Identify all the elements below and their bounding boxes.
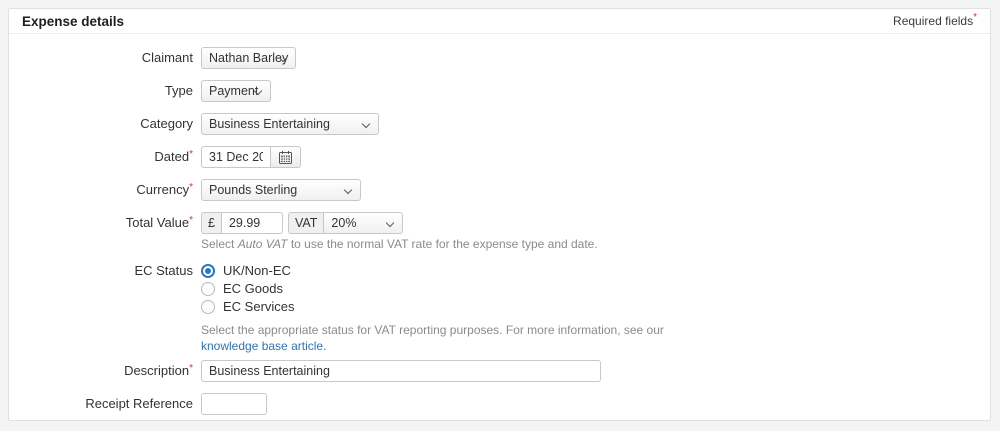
required-fields-note: Required fields* — [893, 14, 977, 28]
currency-label: Currency* — [9, 179, 201, 201]
type-row: Type Payment — [9, 80, 990, 102]
category-select[interactable]: Business Entertaining — [201, 113, 379, 135]
radio-ec-goods-label: EC Goods — [223, 281, 283, 296]
expense-details-panel: Expense details Required fields* Claiman… — [8, 8, 991, 421]
dated-input[interactable] — [201, 146, 271, 168]
category-row: Category Business Entertaining — [9, 113, 990, 135]
required-asterisk: * — [973, 12, 977, 23]
vat-helper-text: Select Auto VAT to use the normal VAT ra… — [201, 237, 598, 252]
required-asterisk: * — [189, 363, 193, 374]
currency-select[interactable]: Pounds Sterling — [201, 179, 361, 201]
chevron-down-icon — [344, 186, 352, 194]
total-value-row: Total Value* £ VAT 20% — [9, 212, 990, 252]
total-value-label: Total Value* — [9, 212, 201, 252]
chevron-down-icon — [386, 219, 394, 227]
radio-ec-services[interactable] — [201, 300, 215, 314]
category-label: Category — [9, 113, 201, 135]
ec-status-option-goods[interactable]: EC Goods — [201, 281, 664, 296]
claimant-label: Claimant — [9, 47, 201, 69]
radio-uk-non-ec[interactable] — [201, 264, 215, 278]
required-asterisk: * — [189, 149, 193, 160]
type-select-value: Payment — [209, 84, 258, 98]
required-fields-text: Required fields — [893, 14, 973, 28]
claimant-row: Claimant Nathan Barley — [9, 47, 990, 69]
receipt-reference-label: Receipt Reference — [9, 393, 201, 415]
required-asterisk: * — [189, 215, 193, 226]
calendar-icon — [279, 151, 292, 164]
vat-addon-label: VAT — [288, 212, 323, 234]
radio-uk-non-ec-label: UK/Non-EC — [223, 263, 291, 278]
receipt-reference-input[interactable] — [201, 393, 267, 415]
page-title: Expense details — [22, 14, 124, 29]
dated-row: Dated* — [9, 146, 990, 168]
receipt-reference-row: Receipt Reference — [9, 393, 990, 415]
type-label: Type — [9, 80, 201, 102]
ec-status-label: EC Status — [9, 263, 201, 360]
currency-symbol-addon: £ — [201, 212, 221, 234]
radio-ec-services-label: EC Services — [223, 299, 295, 314]
description-row: Description* — [9, 360, 990, 382]
ec-status-row: EC Status UK/Non-EC EC Goods EC Services… — [9, 263, 990, 360]
currency-select-value: Pounds Sterling — [209, 183, 297, 197]
radio-ec-goods[interactable] — [201, 282, 215, 296]
chevron-down-icon — [362, 120, 370, 128]
description-input[interactable] — [201, 360, 601, 382]
ec-status-helper-text: Select the appropriate status for VAT re… — [201, 323, 664, 354]
total-value-input[interactable] — [221, 212, 283, 234]
panel-header: Expense details Required fields* — [9, 9, 990, 34]
category-select-value: Business Entertaining — [209, 117, 330, 131]
ec-status-option-services[interactable]: EC Services — [201, 299, 664, 314]
knowledge-base-link[interactable]: knowledge base article. — [201, 339, 326, 354]
vat-rate-select-value: 20% — [331, 216, 356, 230]
claimant-select[interactable]: Nathan Barley — [201, 47, 296, 69]
currency-row: Currency* Pounds Sterling — [9, 179, 990, 201]
type-select[interactable]: Payment — [201, 80, 271, 102]
description-label: Description* — [9, 360, 201, 382]
claimant-select-value: Nathan Barley — [209, 51, 288, 65]
vat-rate-select[interactable]: 20% — [323, 212, 403, 234]
dated-label: Dated* — [9, 146, 201, 168]
required-asterisk: * — [189, 182, 193, 193]
expense-form: Claimant Nathan Barley Type Payment Cate… — [9, 34, 990, 415]
calendar-button[interactable] — [271, 146, 301, 168]
ec-status-option-uk[interactable]: UK/Non-EC — [201, 263, 664, 278]
